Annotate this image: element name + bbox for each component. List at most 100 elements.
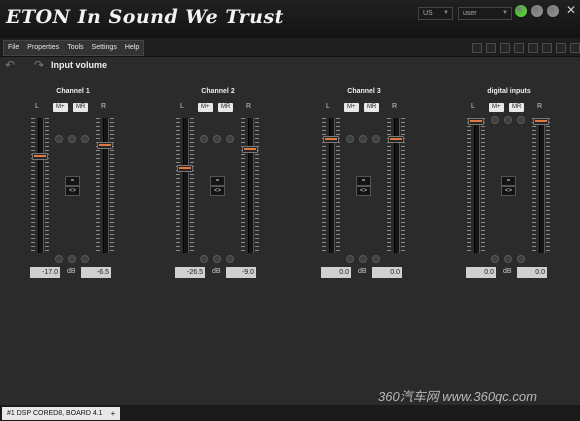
status-light-green[interactable] [515,5,527,17]
device-tab[interactable]: #1 DSP CORED8, BOARD 4.1 [2,407,108,420]
toolbar-button[interactable] [556,43,566,53]
left-label: L [326,103,330,110]
nav-bar: ↶ ↷ Input volume [0,57,580,77]
right-fader-knob[interactable] [242,146,258,154]
status-light-gray[interactable] [531,5,543,17]
right-value-field[interactable]: 0.0 [372,267,402,278]
swap-button[interactable]: <> [210,186,225,196]
eton-logo: ETON In Sound We Trust [6,6,284,28]
left-value-field[interactable]: 0.0 [321,267,351,278]
add-tab-button[interactable]: + [106,407,120,420]
indicator-led [200,255,208,263]
channel-2: Channel 2 L R M+ MR = <> -26.5 dB -9.0 [163,88,273,283]
menu-settings[interactable]: Settings [88,41,121,55]
right-fader-track[interactable] [539,118,545,253]
left-fader-track[interactable] [474,118,480,253]
memory-recall-button[interactable]: MR [73,103,89,112]
right-value-field[interactable]: -9.0 [226,267,256,278]
right-fader-track[interactable] [248,118,254,253]
left-fader-knob[interactable] [32,153,48,161]
indicator-led [68,135,76,143]
swap-button[interactable]: <> [501,186,516,196]
memory-recall-button[interactable]: MR [218,103,234,112]
indicator-led [346,255,354,263]
channel-digital-inputs: digital inputs L R M+ MR = <> 0.0 dB 0.0 [454,88,564,283]
right-label: R [392,103,398,110]
memory-plus-button[interactable]: M+ [53,103,68,112]
toolbar-button[interactable] [472,43,482,53]
memory-plus-button[interactable]: M+ [489,103,504,112]
left-tick-scale [467,118,471,253]
left-fader-knob[interactable] [468,118,484,125]
forward-arrow-icon[interactable]: ↷ [34,58,44,72]
toolbar-button[interactable] [514,43,524,53]
toolbar-button[interactable] [542,43,552,53]
status-bar: #1 DSP CORED8, BOARD 4.1 + [0,405,580,421]
indicator-led [491,255,499,263]
left-fader-track[interactable] [183,118,189,253]
swap-button[interactable]: <> [356,186,371,196]
indicator-led [200,135,208,143]
language-select[interactable]: US ▼ [418,7,453,20]
left-tick-scale [31,118,35,253]
right-value-field[interactable]: -6.5 [81,267,111,278]
memory-recall-button[interactable]: MR [509,103,525,112]
memory-plus-button[interactable]: M+ [198,103,213,112]
right-label: R [101,103,107,110]
left-tick-scale [190,118,194,253]
toolbar-button[interactable] [500,43,510,53]
channel-title: digital inputs [487,88,531,95]
watermark: 360汽车网 www.360qc.com [378,389,537,404]
swap-button[interactable]: <> [65,186,80,196]
left-value-field[interactable]: 0.0 [466,267,496,278]
left-fader-track[interactable] [38,118,44,253]
right-value-field[interactable]: 0.0 [517,267,547,278]
toolbar-button[interactable] [486,43,496,53]
toolbar-button[interactable] [528,43,538,53]
right-label: R [246,103,252,110]
indicator-led [226,135,234,143]
indicator-led [346,135,354,143]
indicator-led [372,135,380,143]
left-tick-scale [176,118,180,253]
right-tick-scale [546,118,550,253]
indicator-led [491,116,499,124]
right-fader-knob[interactable] [97,142,113,150]
menu-file[interactable]: File [4,41,23,55]
user-select[interactable]: user ▼ [458,7,512,20]
link-button[interactable]: = [501,176,516,186]
left-value-field[interactable]: -26.5 [175,267,205,278]
indicator-led [504,255,512,263]
link-button[interactable]: = [356,176,371,186]
status-light-gray-2[interactable] [547,5,559,17]
indicator-led [81,255,89,263]
left-value-field[interactable]: -17.0 [30,267,60,278]
menu-tools[interactable]: Tools [63,41,87,55]
close-icon[interactable]: ✕ [566,3,576,17]
indicator-led [213,255,221,263]
right-fader-track[interactable] [103,118,109,253]
user-value: user [463,10,477,17]
memory-plus-button[interactable]: M+ [344,103,359,112]
left-tick-scale [45,118,49,253]
indicator-led [81,135,89,143]
left-fader-knob[interactable] [323,135,339,143]
link-button[interactable]: = [65,176,80,186]
right-fader-knob[interactable] [533,118,549,125]
link-button[interactable]: = [210,176,225,186]
menu-properties[interactable]: Properties [23,41,63,55]
memory-recall-button[interactable]: MR [364,103,380,112]
channel-title: Channel 2 [201,88,235,95]
back-arrow-icon[interactable]: ↶ [5,58,15,72]
indicator-led [55,135,63,143]
left-fader-knob[interactable] [177,165,193,173]
indicator-led [359,255,367,263]
right-label: R [537,103,543,110]
channel-3: Channel 3 L R M+ MR = <> 0.0 dB 0.0 [309,88,419,283]
right-fader-knob[interactable] [388,135,404,143]
menu-help[interactable]: Help [121,41,143,55]
unit-label: dB [212,268,221,275]
right-tick-scale [96,118,100,253]
toolbar-button[interactable] [570,43,580,53]
channel-title: Channel 3 [347,88,381,95]
